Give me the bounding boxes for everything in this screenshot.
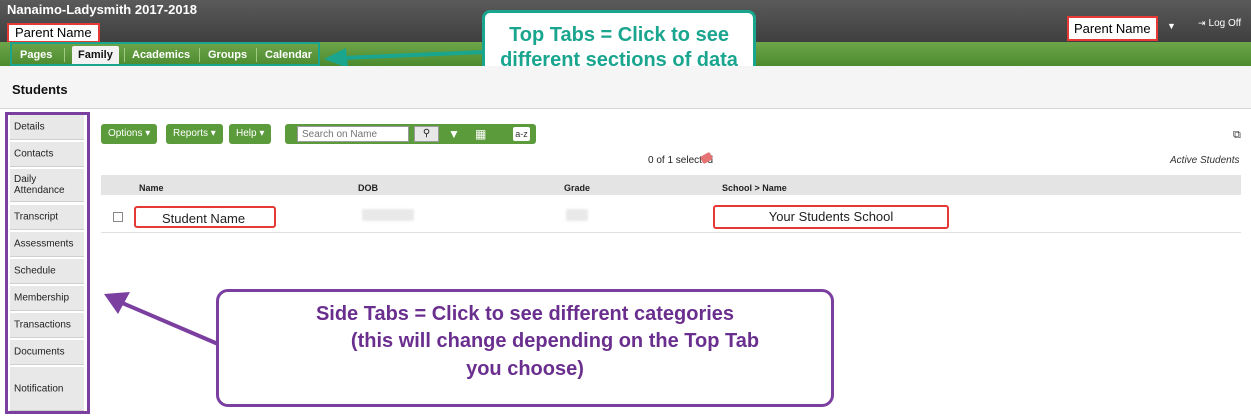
sort-az-button[interactable]: a-z — [513, 127, 530, 141]
active-filter-label[interactable]: Active Students — [1170, 155, 1239, 166]
page-title: Students — [12, 82, 68, 97]
column-header-grade[interactable]: Grade — [564, 183, 590, 193]
logoff-icon: ⇥ — [1198, 18, 1206, 28]
column-header-dob[interactable]: DOB — [358, 183, 378, 193]
top-tabs-callout-line1: Top Tabs = Click to see — [509, 24, 729, 46]
columns-icon[interactable]: ▦ — [475, 126, 486, 142]
logoff-label: Log Off — [1208, 18, 1242, 29]
column-header-school[interactable]: School > Name — [722, 183, 787, 193]
side-tabs-callout-line1: Side Tabs = Click to see different categ… — [315, 303, 735, 325]
grade-cell-redacted — [566, 209, 588, 221]
search-icon[interactable]: ⚲ — [414, 126, 439, 142]
logoff-link[interactable]: ⇥ Log Off — [1198, 18, 1241, 29]
expand-icon[interactable]: ⧉ — [1233, 129, 1241, 142]
side-tabs-callout-line3: you choose) — [466, 358, 584, 380]
chevron-down-icon[interactable]: ▼ — [1167, 21, 1176, 31]
school-name-cell: Your Students School — [713, 205, 949, 229]
user-menu-button[interactable]: Parent Name — [1067, 16, 1158, 41]
parent-name-label: Parent Name — [7, 23, 100, 43]
side-tabs-callout-line2: (this will change depending on the Top T… — [350, 330, 760, 352]
side-tabs-highlight — [5, 112, 90, 414]
side-tabs-callout: Side Tabs = Click to see different categ… — [216, 289, 834, 407]
dob-cell-redacted — [362, 209, 414, 221]
filter-icon[interactable]: ▼ — [448, 126, 460, 142]
